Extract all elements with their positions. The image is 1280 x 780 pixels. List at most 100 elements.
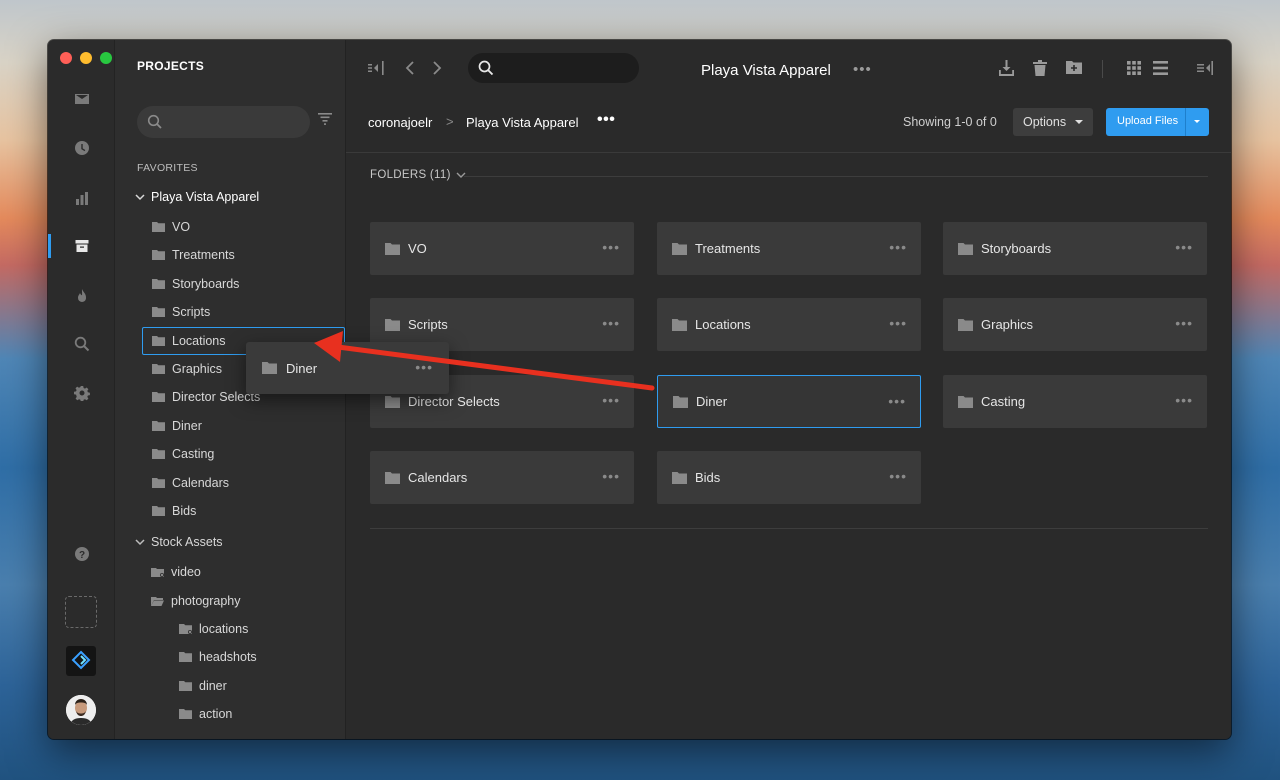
folder-card-treatments[interactable]: Treatments ••• [657, 222, 921, 275]
trash-icon[interactable] [1033, 60, 1047, 76]
collapse-sidebar-icon[interactable] [368, 61, 384, 75]
folder-card-label: Calendars [408, 470, 468, 485]
tree-label: Casting [172, 447, 215, 462]
team-logo[interactable] [66, 646, 96, 676]
folder-icon [672, 471, 687, 484]
back-icon[interactable] [405, 60, 415, 76]
breadcrumb: coronajoelr > Playa Vista Apparel ••• Sh… [346, 98, 1231, 153]
folder-card-storyboards[interactable]: Storyboards ••• [943, 222, 1207, 275]
new-folder-icon[interactable] [1066, 60, 1082, 74]
folder-card-diner[interactable]: Diner ••• [657, 375, 921, 428]
sidebar-folder-graphics[interactable]: Graphics [152, 357, 222, 381]
filter-icon[interactable] [318, 112, 332, 130]
folder-card-label: Director Selects [408, 394, 500, 409]
drag-ghost-label: Diner [286, 360, 318, 376]
section-divider [370, 528, 1208, 529]
folder-card-menu[interactable]: ••• [889, 239, 907, 255]
svg-text:?: ? [78, 550, 84, 561]
project-menu-dots[interactable]: ••• [853, 61, 872, 78]
folder-card-graphics[interactable]: Graphics ••• [943, 298, 1207, 351]
zoom-window-button[interactable] [100, 52, 112, 64]
folder-card-bids[interactable]: Bids ••• [657, 451, 921, 504]
close-window-button[interactable] [60, 52, 72, 64]
folder-card-vo[interactable]: VO ••• [370, 222, 634, 275]
chevron-down-icon[interactable] [135, 537, 145, 547]
folder-card-casting[interactable]: Casting ••• [943, 375, 1207, 428]
avatar[interactable] [66, 695, 96, 725]
tree-label: video [171, 565, 201, 579]
sidebar-folder-scripts[interactable]: Scripts [152, 300, 210, 324]
folder-icon [152, 250, 165, 261]
sidebar-folder-vo[interactable]: VO [152, 215, 190, 239]
tree-item-action[interactable]: action [179, 702, 232, 726]
help-icon[interactable]: ? [48, 540, 115, 568]
sidebar-folder-calendars[interactable]: Calendars [152, 471, 229, 495]
favorites-label: FAVORITES [137, 162, 198, 174]
folder-icon [672, 318, 687, 331]
chevron-down-icon[interactable] [135, 192, 145, 202]
add-team-placeholder[interactable] [65, 596, 97, 628]
search-icon [147, 114, 162, 129]
sidebar-folder-diner[interactable]: Diner [152, 414, 202, 438]
sidebar-folder-casting[interactable]: Casting [152, 442, 214, 466]
folder-card-label: Storyboards [981, 241, 1052, 256]
sidebar-folder-bids[interactable]: Bids [152, 499, 196, 523]
sidebar-folder-director-selects[interactable]: Director Selects [152, 385, 260, 409]
folder-card-menu[interactable]: ••• [889, 315, 907, 331]
folder-icon [672, 242, 687, 255]
minimize-window-button[interactable] [80, 52, 92, 64]
folder-card-menu[interactable]: ••• [888, 393, 906, 409]
tree-item-video[interactable]: video [151, 560, 201, 584]
folders-section-header[interactable]: FOLDERS (11) [370, 169, 466, 181]
folder-icon [958, 318, 973, 331]
tree-item-headshots[interactable]: headshots [179, 645, 257, 669]
sidebar-folder-treatments[interactable]: Treatments [152, 243, 235, 267]
tree-label: Playa Vista Apparel [151, 190, 260, 204]
tree-item-locations[interactable]: locations [179, 617, 248, 641]
folder-card-menu[interactable]: ••• [602, 315, 620, 331]
toggle-panel-icon[interactable] [1197, 61, 1213, 75]
search-input[interactable] [468, 53, 639, 83]
folder-card-menu[interactable]: ••• [1175, 239, 1193, 255]
list-view-icon[interactable] [1153, 61, 1168, 75]
breadcrumb-menu-dots[interactable]: ••• [597, 111, 615, 129]
tree-item-photography[interactable]: photography [151, 589, 241, 613]
showing-count: Showing 1-0 of 0 [903, 115, 997, 129]
clock-icon[interactable] [48, 134, 115, 162]
folder-card-menu[interactable]: ••• [889, 468, 907, 484]
sidebar-folder-storyboards[interactable]: Storyboards [152, 272, 239, 296]
window-controls [60, 52, 112, 64]
settings-icon[interactable] [48, 379, 115, 407]
grid-view-icon[interactable] [1127, 61, 1141, 75]
fire-icon[interactable] [48, 282, 115, 310]
search-icon[interactable] [48, 330, 115, 358]
stats-icon[interactable] [48, 184, 115, 212]
tree-item-diner[interactable]: diner [179, 674, 227, 698]
options-button[interactable]: Options [1013, 108, 1093, 136]
folder-icon [179, 652, 192, 663]
folder-card-label: Graphics [981, 317, 1034, 332]
tree-project-stock-assets[interactable]: Stock Assets [135, 530, 223, 554]
forward-icon[interactable] [432, 60, 442, 76]
folder-card-menu[interactable]: ••• [602, 392, 620, 408]
folder-card-menu[interactable]: ••• [1175, 315, 1193, 331]
folder-card-calendars[interactable]: Calendars ••• [370, 451, 634, 504]
toolbar-divider [1102, 60, 1103, 78]
projects-icon[interactable] [48, 232, 115, 260]
upload-dropdown-icon[interactable] [1194, 120, 1200, 123]
sidebar-search-input[interactable] [137, 106, 310, 138]
folder-card-label: VO [408, 241, 427, 256]
folder-card-menu[interactable]: ••• [602, 468, 620, 484]
upload-files-button[interactable]: Upload Files [1106, 108, 1209, 136]
folder-icon [152, 449, 165, 460]
folder-card-locations[interactable]: Locations ••• [657, 298, 921, 351]
breadcrumb-user[interactable]: coronajoelr [368, 115, 432, 130]
breadcrumb-project[interactable]: Playa Vista Apparel [466, 115, 579, 130]
inbox-icon[interactable] [48, 85, 115, 113]
folder-card-menu[interactable]: ••• [1175, 392, 1193, 408]
download-icon[interactable] [999, 60, 1014, 76]
app-window: ? PROJECTS FAVORITES Playa Vista Apparel… [48, 40, 1231, 739]
folder-icon [152, 307, 165, 318]
tree-project-playa-vista[interactable]: Playa Vista Apparel [135, 185, 259, 209]
folder-card-menu[interactable]: ••• [602, 239, 620, 255]
